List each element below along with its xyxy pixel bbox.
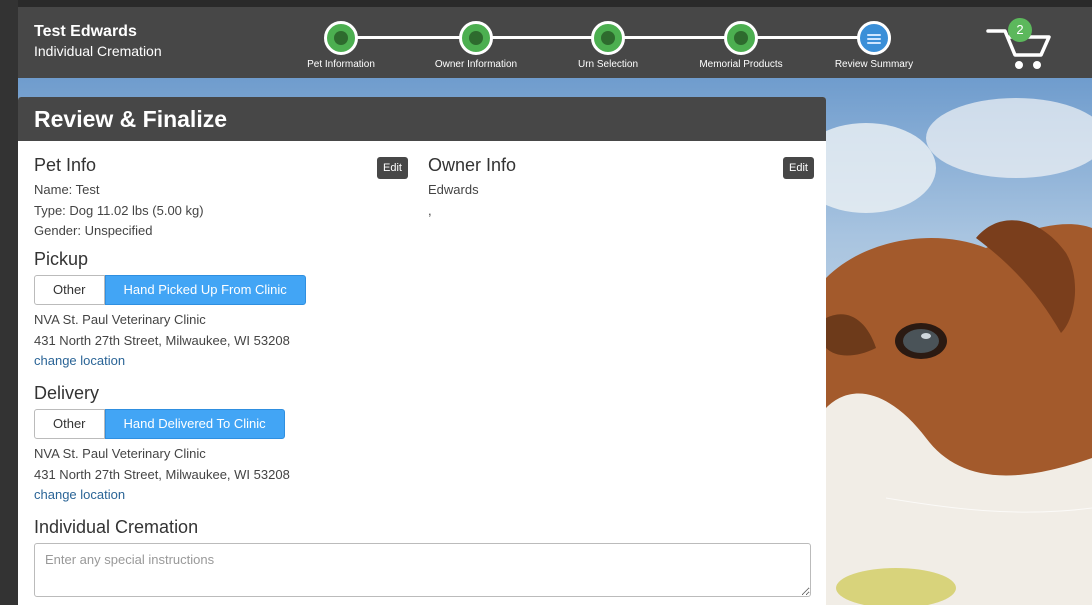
person-icon [459,21,493,55]
special-instructions-input[interactable] [34,543,811,597]
step-label: Owner Information [434,59,518,70]
pickup-heading: Pickup [34,249,89,269]
pickup-other-button[interactable]: Other [34,275,105,305]
step-pet-information[interactable]: Pet Information [281,21,401,70]
pet-type-text: Type: Dog 11.02 lbs (5.00 kg) [34,203,204,218]
list-icon [857,21,891,55]
owner-name-text: Edwards [428,182,479,197]
pickup-hand-picked-button[interactable]: Hand Picked Up From Clinic [104,275,306,305]
step-label: Pet Information [307,59,375,70]
step-review-summary[interactable]: Review Summary [814,21,934,70]
delivery-heading: Delivery [34,383,100,403]
pickup-change-location-link[interactable]: change location [34,353,125,368]
owner-address-text: , [428,203,432,218]
pet-name: Test Edwards [34,23,137,40]
urn-icon [591,21,625,55]
delivery-change-location-link[interactable]: change location [34,487,125,502]
cart-count-badge: 2 [1008,18,1032,42]
pet-gender-text: Gender: Unspecified [34,223,153,238]
pickup-toggle-group: Other Hand Picked Up From Clinic [34,275,306,305]
top-navigation-bar: Test Edwards Individual Cremation Pet In… [18,7,1092,78]
edit-owner-info-button[interactable]: Edit [783,157,814,179]
delivery-clinic-address: 431 North 27th Street, Milwaukee, WI 532… [34,467,290,482]
review-panel: Review & Finalize Pet Info Edit Name: Te… [18,97,826,605]
pet-info-heading: Pet Info [34,155,97,175]
pickup-clinic-name: NVA St. Paul Veterinary Clinic [34,312,206,327]
delivery-other-button[interactable]: Other [34,409,105,439]
step-label: Review Summary [834,59,914,70]
edit-pet-info-button[interactable]: Edit [377,157,408,179]
step-memorial-products[interactable]: Memorial Products [681,21,801,70]
step-owner-information[interactable]: Owner Information [416,21,536,70]
step-label: Memorial Products [699,59,783,70]
delivery-clinic-name: NVA St. Paul Veterinary Clinic [34,446,206,461]
memorial-icon [724,21,758,55]
pet-name-text: Name: Test [34,182,100,197]
step-urn-selection[interactable]: Urn Selection [548,21,668,70]
window-left-strip [0,0,18,605]
paw-icon [324,21,358,55]
delivery-hand-delivered-button[interactable]: Hand Delivered To Clinic [104,409,285,439]
owner-info-heading: Owner Info [428,155,517,175]
service-type: Individual Cremation [34,43,162,59]
panel-title: Review & Finalize [18,97,826,141]
pickup-clinic-address: 431 North 27th Street, Milwaukee, WI 532… [34,333,290,348]
cremation-heading: Individual Cremation [34,517,199,537]
step-label: Urn Selection [577,59,639,70]
delivery-toggle-group: Other Hand Delivered To Clinic [34,409,285,439]
window-top-strip [0,0,1092,7]
dog-photo [826,78,1092,605]
